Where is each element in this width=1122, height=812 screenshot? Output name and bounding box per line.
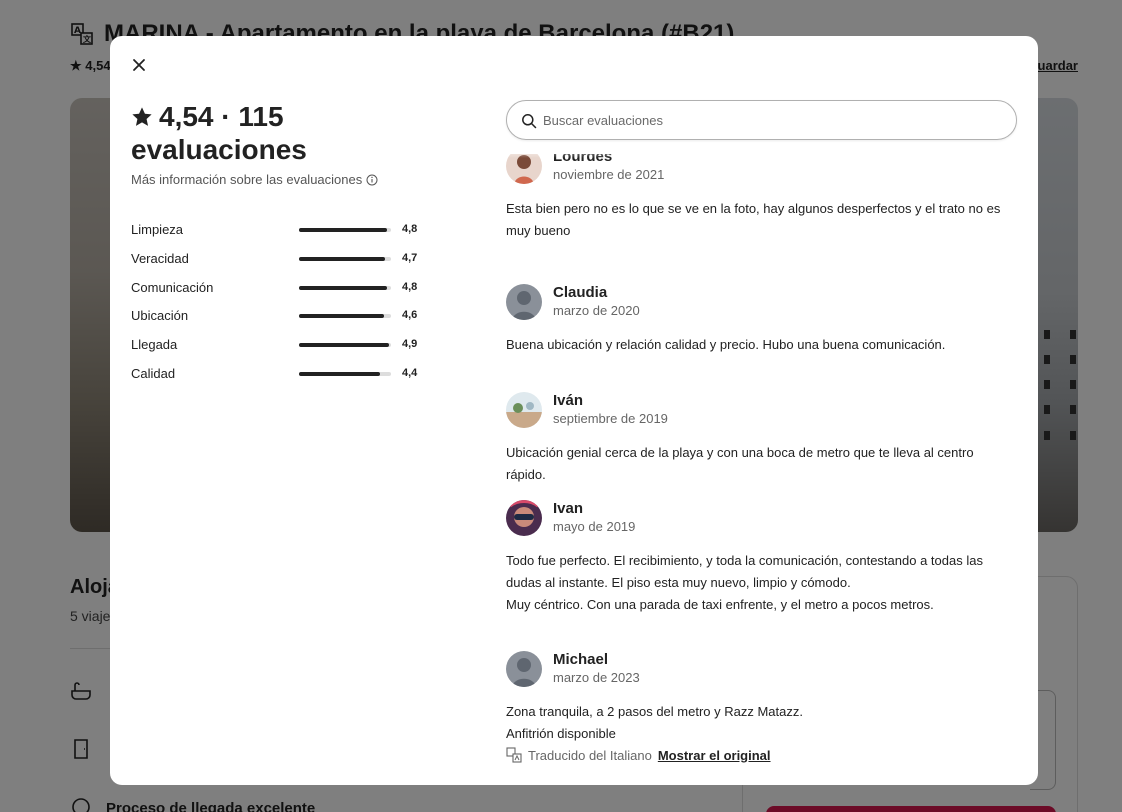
category-value: 4,9: [402, 338, 418, 351]
close-icon: [133, 59, 145, 71]
review-date: mayo de 2019: [553, 519, 636, 534]
review-item: Iván septiembre de 2019 Ubicación genial…: [506, 390, 1006, 486]
translated-label: Traducido del Italiano: [528, 747, 652, 763]
review-item: Lourdes noviembre de 2021 Esta bien pero…: [506, 154, 1006, 242]
avatar[interactable]: [506, 284, 542, 320]
category-label: Calidad: [131, 365, 176, 381]
category-row: Comunicación 4,8: [131, 278, 421, 307]
category-value: 4,8: [402, 223, 418, 235]
review-item: Ivan mayo de 2019 Todo fue perfecto. El …: [506, 498, 1006, 616]
reviewer-name: Michael: [553, 651, 609, 668]
reviewer-name: Ivan: [553, 500, 584, 517]
translate-icon: [506, 747, 522, 763]
info-icon: [366, 174, 378, 185]
search-box[interactable]: [506, 100, 1017, 140]
show-original-link[interactable]: Mostrar el original: [658, 748, 771, 763]
review-item: Claudia marzo de 2020 Buena ubicación y …: [506, 282, 1006, 356]
category-bar: [299, 371, 391, 376]
more-info-link[interactable]: Más información sobre las evaluaciones: [131, 172, 431, 187]
category-ratings: Limpieza 4,8 Veracidad 4,7 Comunicación …: [131, 220, 421, 393]
category-row: Llegada 4,9: [131, 335, 421, 364]
category-label: Ubicación: [131, 308, 189, 324]
reviews-modal: 4,54 · 115 evaluaciones Más información …: [110, 36, 1038, 785]
category-value: 4,6: [402, 309, 418, 322]
avatar[interactable]: [506, 500, 542, 536]
category-bar: [299, 228, 391, 232]
category-label: Limpieza: [131, 222, 184, 237]
category-bar: [299, 343, 391, 348]
category-bar: [299, 314, 391, 319]
search-icon: [522, 114, 537, 129]
avatar[interactable]: [506, 651, 542, 687]
review-text: Todo fue perfecto. El recibimiento, y to…: [506, 553, 983, 612]
translation-note: Traducido del Italiano Mostrar el origin…: [506, 747, 1006, 763]
category-label: Comunicación: [131, 279, 214, 295]
category-label: Veracidad: [131, 250, 189, 266]
category-label: Llegada: [131, 337, 178, 353]
review-text: Zona tranquila, a 2 pasos del metro y Ra…: [506, 704, 803, 741]
review-count-label: evaluaciones: [131, 134, 307, 165]
avatar[interactable]: [506, 392, 542, 428]
category-value: 4,4: [402, 366, 418, 379]
category-row: Calidad 4,4: [131, 364, 421, 393]
review-text: Buena ubicación y relación calidad y pre…: [506, 337, 946, 352]
search-input[interactable]: [543, 107, 1003, 133]
reviewer-name: Claudia: [553, 284, 608, 301]
reviewer-name: Iván: [553, 392, 584, 409]
category-value: 4,8: [402, 280, 418, 293]
avatar[interactable]: [506, 154, 542, 184]
review-date: noviembre de 2021: [553, 167, 665, 182]
review-date: marzo de 2023: [553, 670, 640, 685]
review-date: septiembre de 2019: [553, 411, 668, 426]
overall-rating: 4,54 · 115: [131, 100, 431, 133]
rating-summary: 4,54 · 115 evaluaciones Más información …: [131, 100, 431, 187]
review-date: marzo de 2020: [553, 303, 640, 318]
review-text: Ubicación genial cerca de la playa y con…: [506, 445, 974, 482]
review-list[interactable]: Lourdes noviembre de 2021 Esta bien pero…: [506, 154, 1006, 785]
category-bar: [299, 285, 391, 290]
close-button[interactable]: [126, 52, 152, 78]
category-row: Veracidad 4,7: [131, 249, 421, 278]
review-item: Michael marzo de 2023 Zona tranquila, a …: [506, 649, 1006, 763]
category-row: Limpieza 4,8: [131, 220, 421, 249]
star-icon: [132, 106, 152, 126]
scroll-fade: [506, 144, 1006, 158]
category-bar: [299, 256, 391, 261]
category-row: Ubicación 4,6: [131, 306, 421, 335]
review-text: Esta bien pero no es lo que se ve en la …: [506, 201, 1001, 238]
category-value: 4,7: [402, 251, 418, 264]
overall-rating-text: 4,54 · 115: [159, 101, 284, 132]
